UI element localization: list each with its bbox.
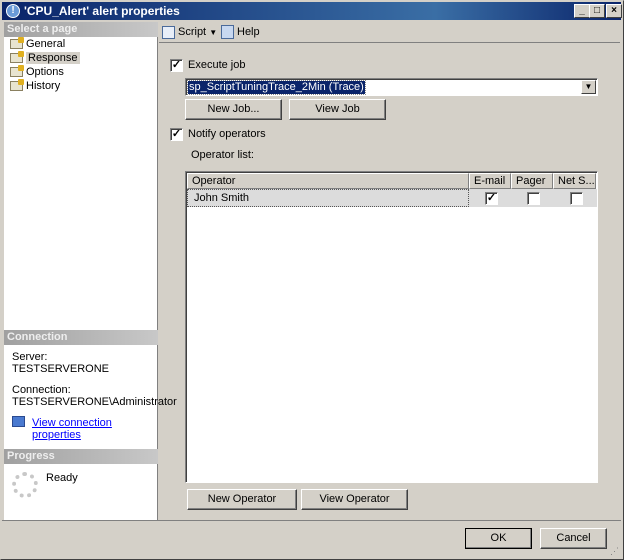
progress-header: Progress — [4, 449, 158, 464]
server-label: Server: — [12, 351, 48, 363]
pager-checkbox[interactable] — [527, 192, 540, 205]
page-history[interactable]: History — [8, 79, 60, 93]
email-checkbox[interactable]: ✓ — [485, 192, 498, 205]
view-connection-properties-link[interactable]: View connection properties — [32, 417, 157, 441]
view-operator-button[interactable]: View Operator — [301, 489, 408, 510]
maximize-button[interactable]: □ — [589, 4, 605, 18]
job-select[interactable]: sp_ScriptTuningTrace_2Min (Trace) ▼ — [185, 78, 598, 96]
page-icon — [10, 51, 24, 63]
net-send-checkbox[interactable] — [570, 192, 583, 205]
column-header-pager[interactable]: Pager — [511, 173, 553, 189]
help-icon — [221, 25, 234, 39]
server-value: TESTSERVERONE — [12, 363, 109, 375]
page-icon — [10, 65, 24, 77]
minimize-button[interactable]: _ — [574, 4, 590, 18]
page-label: Options — [26, 66, 64, 78]
script-label: Script — [178, 26, 207, 38]
window-title: 'CPU_Alert' alert properties — [24, 4, 180, 18]
script-icon — [162, 26, 175, 39]
column-header-operator[interactable]: Operator — [187, 173, 469, 189]
connection-header: Connection — [4, 330, 158, 345]
select-page-header: Select a page — [4, 22, 158, 37]
dropdown-arrow-icon[interactable]: ▼ — [581, 80, 596, 94]
page-label: Response — [26, 52, 80, 64]
notify-operators-checkbox[interactable]: ✓ — [170, 128, 183, 141]
connection-label: Connection: — [12, 384, 71, 396]
page-response[interactable]: Response — [8, 51, 80, 65]
connection-properties-icon — [12, 416, 25, 427]
resize-grip-icon[interactable]: ⋰ — [610, 546, 619, 557]
help-label: Help — [237, 26, 260, 38]
cancel-button[interactable]: Cancel — [540, 528, 607, 549]
page-general[interactable]: General — [8, 37, 65, 51]
operator-grid: Operator E-mail Pager Net S... John Smit… — [185, 171, 598, 483]
table-row[interactable]: John Smith ✓ — [187, 189, 597, 207]
dropdown-arrow-icon: ▼ — [209, 28, 218, 37]
new-job-button[interactable]: New Job... — [185, 99, 282, 120]
job-select-value: sp_ScriptTuningTrace_2Min (Trace) — [187, 80, 366, 95]
operator-list-label: Operator list: — [191, 149, 254, 161]
help-button[interactable]: Help — [221, 25, 260, 40]
column-header-email[interactable]: E-mail — [469, 173, 511, 189]
page-label: History — [26, 80, 61, 92]
alert-icon: ! — [6, 4, 20, 18]
close-button[interactable]: × — [606, 4, 622, 18]
execute-job-checkbox[interactable]: ✓ — [170, 59, 183, 72]
left-pane: Select a page General Response Options H… — [4, 22, 177, 520]
column-header-net-send[interactable]: Net S... — [553, 173, 596, 189]
new-operator-button[interactable]: New Operator — [187, 489, 297, 510]
operator-name: John Smith — [187, 189, 469, 207]
view-job-button[interactable]: View Job — [289, 99, 386, 120]
progress-spinner-icon — [12, 472, 38, 498]
notify-operators-label: Notify operators — [188, 128, 266, 140]
script-button[interactable]: Script ▼ — [162, 25, 217, 40]
execute-job-label: Execute job — [188, 59, 246, 71]
toolbar-divider — [159, 42, 620, 43]
title-bar[interactable]: ! 'CPU_Alert' alert properties — [2, 2, 621, 20]
footer-divider — [2, 520, 621, 521]
page-label: General — [26, 38, 66, 50]
page-icon — [10, 37, 24, 49]
connection-value: TESTSERVERONE\Administrator — [12, 396, 177, 408]
page-options[interactable]: Options — [8, 65, 64, 79]
progress-status: Ready — [46, 472, 78, 484]
ok-button[interactable]: OK — [465, 528, 532, 549]
page-icon — [10, 79, 24, 91]
